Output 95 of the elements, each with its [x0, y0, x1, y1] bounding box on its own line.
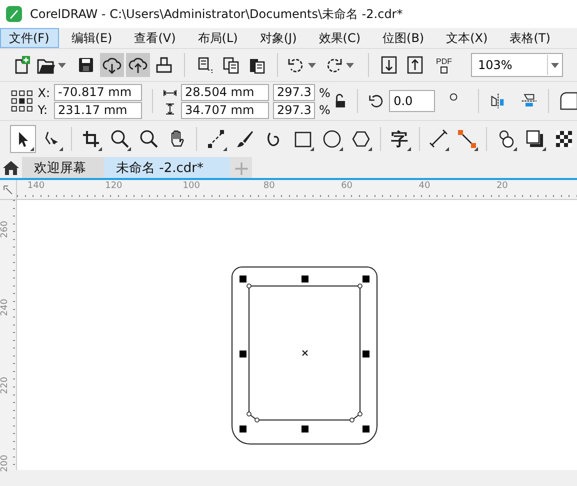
- dimension-line-icon: [428, 129, 449, 149]
- x-label: X:: [38, 84, 50, 100]
- corner-shape-icon[interactable]: [558, 90, 577, 112]
- selection-handle[interactable]: [240, 350, 246, 358]
- percent-label: %: [318, 84, 330, 100]
- document-tab[interactable]: 欢迎屏幕: [22, 157, 104, 178]
- flyout-corner-icon: [445, 147, 450, 151]
- selection-handle[interactable]: [362, 350, 370, 358]
- toolbar-button[interactable]: [126, 53, 150, 77]
- flyout-corner-icon: [513, 147, 518, 151]
- menu-item[interactable]: 布局(L): [188, 28, 248, 48]
- selection-handle[interactable]: [240, 426, 246, 432]
- menu-item[interactable]: 位图(B): [374, 28, 434, 48]
- ruler-label: 120: [105, 181, 122, 191]
- connector-icon: [457, 129, 478, 149]
- flyout-corner-icon: [406, 147, 411, 151]
- rotate-icon: [368, 92, 385, 110]
- tool-button[interactable]: [10, 125, 36, 153]
- small-document-icon: [440, 66, 448, 74]
- selection-handle[interactable]: [240, 276, 246, 282]
- pdf-button[interactable]: PDF: [429, 52, 459, 78]
- brush-icon: [235, 129, 256, 149]
- rotation-field[interactable]: 0.0: [388, 90, 436, 112]
- flyout-corner-icon: [338, 147, 343, 151]
- line-icon: [206, 129, 226, 149]
- menu-item[interactable]: 表格(T): [500, 28, 560, 48]
- flyout-corner-icon: [30, 147, 34, 151]
- width-field[interactable]: 28.504 mm: [180, 84, 269, 100]
- menu-item[interactable]: 效果(C): [310, 28, 371, 48]
- caret-icon: [58, 62, 66, 68]
- ruler-label: 140: [27, 181, 45, 191]
- ruler-origin-icon[interactable]: [3, 184, 13, 194]
- y-label: Y:: [38, 102, 49, 118]
- home-icon[interactable]: [3, 160, 19, 174]
- flyout-corner-icon: [310, 147, 314, 151]
- ruler-label: 100: [182, 181, 200, 191]
- menu-item[interactable]: 文本(X): [437, 28, 498, 48]
- menu-item[interactable]: 编辑(E): [62, 28, 122, 48]
- flyout-corner-icon: [126, 147, 131, 151]
- x-position-field[interactable]: -70.817 mm: [54, 84, 142, 100]
- reference-point-icon: [10, 88, 34, 114]
- circle-icon: [322, 129, 342, 149]
- ruler-label: 20: [496, 181, 508, 191]
- ruler-label: 240: [0, 298, 10, 316]
- flyout-corner-icon: [58, 147, 63, 151]
- scale-x-field[interactable]: 297.3: [272, 84, 315, 100]
- cloud-download-icon: [102, 55, 122, 75]
- ruler-label: 260: [0, 220, 10, 238]
- tray-icon: [154, 55, 174, 75]
- menu-item[interactable]: 查看(V): [125, 28, 186, 48]
- selection-handle[interactable]: [302, 276, 308, 282]
- caret-icon: [346, 62, 354, 68]
- crop-icon: [80, 129, 101, 149]
- toolbar-button[interactable]: [100, 53, 124, 77]
- pdf-label: PDF: [436, 56, 452, 66]
- ruler-label: 220: [0, 376, 10, 394]
- menu-item[interactable]: 文件(F): [0, 28, 60, 48]
- hexagon-icon: [350, 129, 371, 149]
- percent-label: %: [318, 102, 330, 118]
- app-logo-icon: [6, 6, 22, 22]
- flyout-corner-icon: [223, 147, 228, 151]
- ruler-label: 80: [263, 181, 275, 191]
- degree-icon: [449, 92, 458, 102]
- document-tab[interactable]: 未命名 -2.cdr*: [104, 157, 230, 178]
- cloud-upload-icon: [128, 55, 148, 75]
- flyout-corner-icon: [368, 147, 372, 151]
- width-icon: [162, 87, 177, 99]
- scale-y-field[interactable]: 297.3: [272, 102, 315, 118]
- ruler-label: 200: [0, 454, 10, 472]
- ruler-label: 40: [418, 181, 430, 191]
- window-title: CorelDRAW - C:\Users\Administrator\Documents\未命名 -2.cdr*: [30, 6, 403, 22]
- selection-handle[interactable]: [302, 426, 308, 432]
- node-handle[interactable]: [358, 284, 362, 288]
- ruler-label: 60: [341, 181, 353, 191]
- zoom-field[interactable]: 103%: [471, 53, 563, 77]
- flyout-corner-icon: [98, 147, 102, 151]
- node-handle[interactable]: [246, 284, 252, 288]
- checkerboard-icon: [554, 129, 574, 149]
- flyout-corner-icon: [474, 147, 478, 151]
- menu-item[interactable]: 对象(J): [250, 28, 307, 48]
- text-tool[interactable]: 字: [386, 125, 413, 153]
- caret-icon: [308, 62, 316, 68]
- magnifier-icon: [110, 129, 130, 149]
- selection-handle[interactable]: [362, 276, 370, 282]
- magnifier-icon: [138, 129, 158, 149]
- y-position-field[interactable]: 231.17 mm: [54, 102, 142, 118]
- selection-handle[interactable]: [362, 426, 370, 432]
- rectangle-icon: [292, 129, 313, 149]
- height-field[interactable]: 34.707 mm: [180, 102, 269, 118]
- shadow-square-icon: [525, 129, 546, 149]
- copy-icon: [221, 55, 241, 75]
- center-mark-icon: [302, 350, 308, 356]
- unlocked-icon[interactable]: [334, 93, 348, 109]
- flyout-corner-icon: [542, 147, 546, 151]
- caret-icon: [551, 62, 559, 68]
